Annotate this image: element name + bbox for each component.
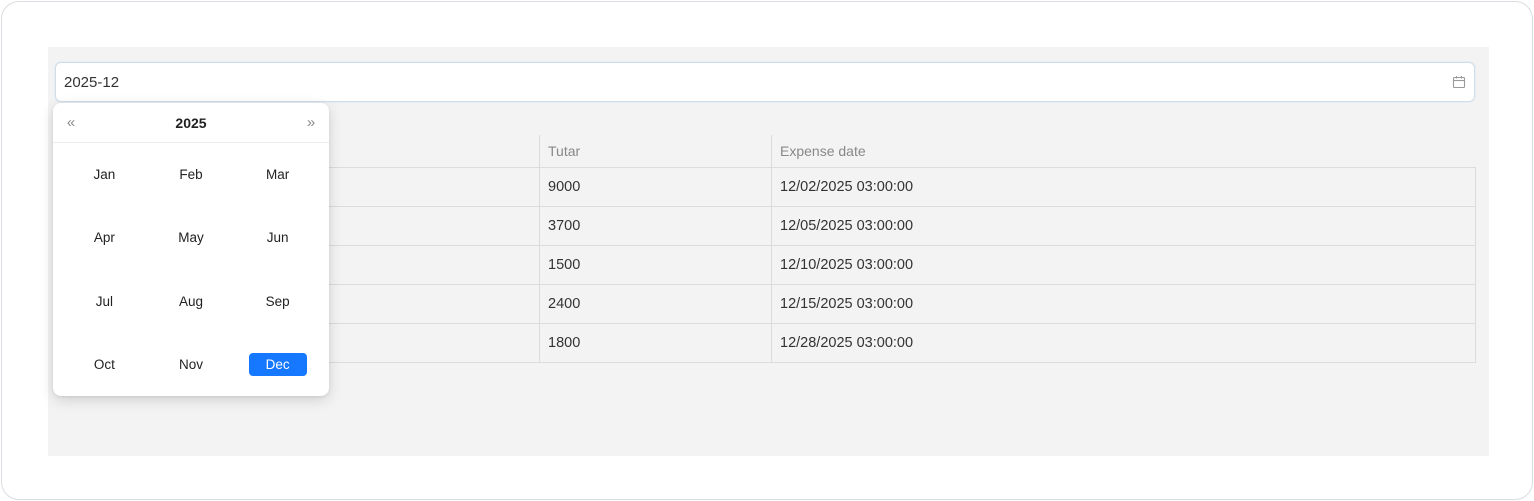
amount-cell: 9000 (539, 166, 772, 207)
expense-date-cell: 12/05/2025 03:00:00 (771, 205, 1476, 246)
month-cell-may[interactable]: May (148, 206, 235, 269)
month-label: May (178, 230, 204, 246)
month-picker-dropdown: « 2025 » Jan Feb Mar Apr May Jun Jul Aug… (53, 103, 329, 396)
month-label: Oct (93, 356, 115, 372)
month-label: Mar (266, 167, 290, 183)
expense-date-cell: 12/02/2025 03:00:00 (771, 166, 1476, 207)
month-label: Nov (178, 356, 203, 372)
year-label[interactable]: 2025 (53, 115, 329, 131)
month-label: Aug (178, 293, 203, 309)
month-cell-nov[interactable]: Nov (148, 333, 235, 396)
month-cell-jan[interactable]: Jan (61, 143, 148, 206)
amount-cell: 1500 (539, 244, 772, 285)
month-label: Feb (179, 167, 203, 183)
month-grid: Jan Feb Mar Apr May Jun Jul Aug Sep Oct … (61, 143, 321, 396)
expense-date-cell: 12/28/2025 03:00:00 (771, 322, 1476, 363)
month-cell-mar[interactable]: Mar (234, 143, 321, 206)
next-year-icon[interactable]: » (301, 113, 321, 133)
month-cell-jul[interactable]: Jul (61, 270, 148, 333)
month-label: Apr (93, 230, 115, 246)
month-cell-jun[interactable]: Jun (234, 206, 321, 269)
month-picker-header: « 2025 » (53, 103, 329, 143)
month-cell-aug[interactable]: Aug (148, 270, 235, 333)
amount-cell: 3700 (539, 205, 772, 246)
calendar-icon[interactable] (1452, 75, 1466, 89)
month-label: Sep (265, 293, 290, 309)
expense-date-cell: 12/10/2025 03:00:00 (771, 244, 1476, 285)
month-cell-sep[interactable]: Sep (234, 270, 321, 333)
month-cell-feb[interactable]: Feb (148, 143, 235, 206)
month-cell-oct[interactable]: Oct (61, 333, 148, 396)
month-label: Jun (266, 230, 289, 246)
month-cell-dec[interactable]: Dec (234, 333, 321, 396)
amount-cell: 2400 (539, 283, 772, 324)
month-picker-input[interactable]: 2025-12 (55, 62, 1475, 102)
month-picker-value: 2025-12 (64, 74, 120, 91)
month-label-selected: Dec (248, 352, 307, 376)
column-header-expense-date: Expense date (771, 135, 1476, 167)
expense-date-cell: 12/15/2025 03:00:00 (771, 283, 1476, 324)
month-label: Jul (95, 293, 113, 309)
month-cell-apr[interactable]: Apr (61, 206, 148, 269)
month-label: Jan (93, 167, 116, 183)
amount-cell: 1800 (539, 322, 772, 363)
column-header-amount: Tutar (539, 135, 772, 167)
